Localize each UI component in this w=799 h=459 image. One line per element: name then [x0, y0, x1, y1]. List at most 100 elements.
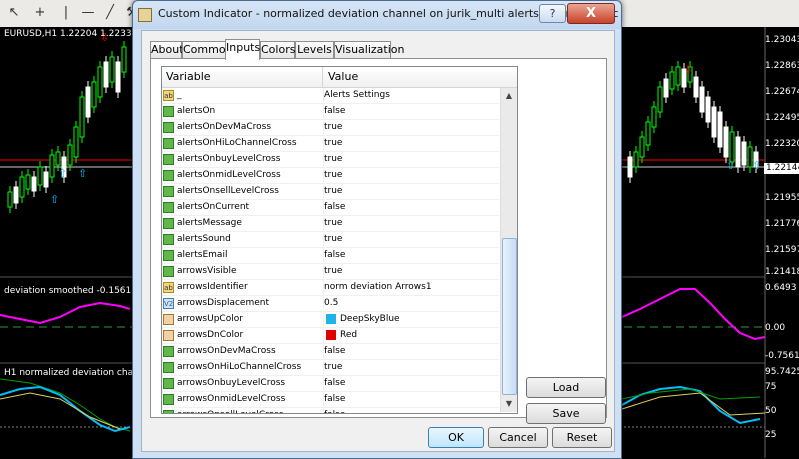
input-variable-name: alertsOnmidLevelCross [177, 170, 281, 180]
input-row[interactable]: V2 arrowsDisplacement 0.5 [162, 296, 499, 312]
tab-inputs[interactable]: Inputs [225, 39, 260, 60]
input-value-cell[interactable]: true [323, 168, 499, 183]
value-column-header[interactable]: Value [328, 70, 358, 83]
input-row[interactable]: arrowsOnDevMaCross false [162, 344, 499, 360]
scrollbar-thumb[interactable] [502, 238, 517, 395]
input-value-cell[interactable]: Red [323, 328, 499, 343]
input-row[interactable]: alertsOnCurrent false [162, 200, 499, 216]
crosshair-icon[interactable]: + [30, 3, 50, 23]
ok-button[interactable]: OK [428, 427, 484, 448]
vertical-line-icon[interactable]: | [56, 3, 76, 23]
tab-levels[interactable]: Levels [295, 41, 334, 59]
input-value-text: true [324, 154, 343, 164]
input-variable-cell: alertsOn [163, 104, 321, 119]
input-variable-cell: arrowsOnDevMaCross [163, 344, 321, 359]
cancel-button[interactable]: Cancel [488, 427, 548, 448]
input-value-cell[interactable]: true [323, 360, 499, 375]
input-row[interactable]: alertsSound true [162, 232, 499, 248]
input-row[interactable]: ab arrowsIdentifier norm deviation Arrows1 [162, 280, 499, 296]
input-row[interactable]: alertsOnbuyLevelCross true [162, 152, 499, 168]
input-value-cell[interactable]: true [323, 216, 499, 231]
scroll-up-icon[interactable]: ▲ [501, 88, 517, 104]
input-row[interactable]: alertsOnsellLevelCross true [162, 184, 499, 200]
input-row[interactable]: arrowsOnHiLoChannelCross true [162, 360, 499, 376]
input-variable-cell: ab _ [163, 88, 321, 103]
price-axis-label: 1.23043 [765, 35, 799, 45]
input-row[interactable]: arrowsVisible true [162, 264, 499, 280]
load-button[interactable]: Load [526, 377, 606, 398]
input-variable-cell: arrowsOnsellLevelCross [163, 408, 321, 413]
input-value-text: false [324, 410, 345, 413]
input-variable-name: arrowsOnbuyLevelCross [177, 378, 286, 388]
input-value-cell[interactable]: true [323, 120, 499, 135]
reset-button[interactable]: Reset [552, 427, 612, 448]
dialog-titlebar[interactable]: Custom Indicator - normalized deviation … [133, 1, 621, 29]
cursor-icon[interactable]: ↖ [4, 3, 24, 23]
candle-body [109, 56, 115, 83]
header-divider[interactable] [322, 67, 323, 87]
close-button[interactable]: X [567, 3, 615, 24]
input-value-cell[interactable]: Alerts Settings [323, 88, 499, 103]
candle-body [627, 156, 633, 178]
input-value-cell[interactable]: true [323, 264, 499, 279]
input-row[interactable]: arrowsOnsellLevelCross false [162, 408, 499, 413]
input-row[interactable]: alertsOn false [162, 104, 499, 120]
input-value-cell[interactable]: true [323, 232, 499, 247]
input-value-cell[interactable]: false [323, 344, 499, 359]
tab-visualization[interactable]: Visualization [334, 41, 404, 59]
boolean-type-icon [163, 394, 174, 405]
input-value-cell[interactable]: false [323, 200, 499, 215]
boolean-type-icon [163, 378, 174, 389]
input-variable-name: arrowsDisplacement [177, 298, 269, 308]
save-button[interactable]: Save [526, 403, 606, 424]
input-value-cell[interactable]: norm deviation Arrows1 [323, 280, 499, 295]
tab-about[interactable]: About [150, 41, 184, 59]
input-value-text: false [324, 202, 346, 212]
tab-common[interactable]: Common [182, 41, 233, 59]
up-arrow-icon: ⇧ [50, 193, 59, 206]
input-row[interactable]: arrowsOnmidLevelCross false [162, 392, 499, 408]
input-row[interactable]: alertsEmail false [162, 248, 499, 264]
input-value-cell[interactable]: false [323, 408, 499, 413]
input-value-cell[interactable]: false [323, 104, 499, 119]
input-variable-name: _ [177, 90, 182, 100]
price-axis-label: 1.21597 [765, 245, 799, 255]
input-row[interactable]: alertsOnHiLoChannelCross true [162, 136, 499, 152]
input-variable-name: alertsOnDevMaCross [177, 122, 272, 132]
input-value-cell[interactable]: false [323, 392, 499, 407]
input-value-cell[interactable]: true [323, 184, 499, 199]
input-value-cell[interactable]: true [323, 136, 499, 151]
candle-body [669, 71, 675, 90]
color-swatch [326, 330, 336, 340]
tab-colors[interactable]: Colors [260, 41, 295, 59]
input-row[interactable]: alertsMessage true [162, 216, 499, 232]
trendline-icon[interactable]: ╱ [100, 3, 120, 23]
horizontal-line-icon[interactable]: — [78, 3, 98, 23]
input-value-cell[interactable]: true [323, 152, 499, 167]
input-row[interactable]: ab _ Alerts Settings [162, 88, 499, 104]
grid-scrollbar[interactable]: ▲ ▼ [500, 88, 517, 412]
input-row[interactable]: arrowsDnColor Red [162, 328, 499, 344]
input-value-cell[interactable]: false [323, 248, 499, 263]
boolean-type-icon [163, 170, 174, 181]
input-row[interactable]: arrowsUpColor DeepSkyBlue [162, 312, 499, 328]
input-row[interactable]: alertsOnDevMaCross true [162, 120, 499, 136]
input-value-cell[interactable]: 0.5 [323, 296, 499, 311]
input-row[interactable]: arrowsOnbuyLevelCross false [162, 376, 499, 392]
deviation-line [0, 301, 131, 325]
input-value-cell[interactable]: DeepSkyBlue [323, 312, 499, 327]
dialog-body: About Common Inputs Colors Levels Visual… [141, 30, 615, 452]
input-value-cell[interactable]: false [323, 376, 499, 391]
candle-body [705, 96, 711, 123]
help-button[interactable]: ? [539, 4, 566, 23]
boolean-type-icon [163, 186, 174, 197]
input-value-text: true [324, 266, 343, 276]
boolean-type-icon [163, 346, 174, 357]
input-value-text: DeepSkyBlue [340, 314, 400, 324]
variable-column-header[interactable]: Variable [166, 70, 211, 83]
scroll-down-icon[interactable]: ▼ [501, 396, 517, 412]
input-variable-cell: arrowsDnColor [163, 328, 321, 343]
input-row[interactable]: alertsOnmidLevelCross true [162, 168, 499, 184]
candle-body [19, 176, 25, 198]
string-type-icon: ab [163, 282, 174, 293]
